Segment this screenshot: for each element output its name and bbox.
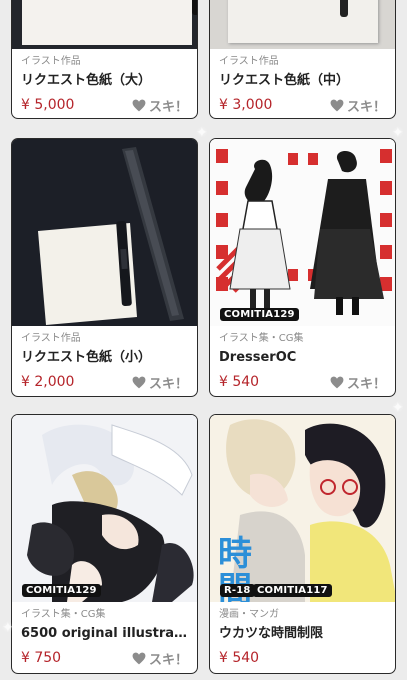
product-category: イラスト集・CG集 [219, 333, 304, 344]
event-tag: COMITIA129 [22, 584, 101, 597]
product-card[interactable]: イラスト作品 リクエスト色紙（大） ¥ 5,000 スキ！ [11, 0, 198, 119]
product-category: イラスト作品 [219, 56, 279, 67]
like-label: スキ！ [346, 376, 386, 392]
heart-icon [132, 652, 146, 664]
product-category: イラスト作品 [21, 56, 81, 67]
product-price: ¥ 5,000 [21, 97, 75, 113]
heart-icon [330, 99, 344, 111]
product-price: ¥ 3,000 [219, 97, 273, 113]
product-thumbnail[interactable] [12, 0, 197, 49]
pen-image [340, 0, 348, 17]
event-tag: COMITIA117 [253, 584, 332, 597]
sparkle-decoration: ✦ [196, 125, 208, 141]
product-card[interactable]: COMITIA129 イラスト集・CG集 6500 original illus… [11, 414, 198, 674]
product-thumbnail[interactable]: 時 間 R-18 COMITIA117 [210, 415, 395, 602]
product-price: ¥ 2,000 [21, 374, 75, 390]
product-title[interactable]: 6500 original illustrati... [21, 625, 188, 643]
product-price: ¥ 750 [21, 650, 62, 666]
product-title[interactable]: ウカツな時間制限 [219, 625, 386, 643]
illustration-collection-cover [12, 415, 197, 602]
like-button[interactable]: スキ！ [132, 649, 188, 668]
product-price: ¥ 540 [219, 650, 260, 666]
product-thumbnail[interactable]: COMITIA129 [210, 139, 395, 326]
product-price: ¥ 540 [219, 374, 260, 390]
product-card[interactable]: イラスト作品 リクエスト色紙（中） ¥ 3,000 スキ！ [209, 0, 396, 119]
like-button[interactable]: スキ！ [132, 373, 188, 392]
product-category: イラスト集・CG集 [21, 609, 106, 620]
event-tag: COMITIA129 [220, 308, 299, 321]
like-label: スキ！ [148, 376, 188, 392]
like-button[interactable]: スキ！ [330, 373, 386, 392]
product-card[interactable]: 時 間 R-18 COMITIA117 漫画・マンガ ウカツな時間制限 ¥ 54… [209, 414, 396, 674]
product-card[interactable]: COMITIA129 イラスト集・CG集 DresserOC ¥ 540 スキ！ [209, 138, 396, 397]
shikishi-board-image [22, 0, 192, 45]
product-grid: イラスト作品 リクエスト色紙（大） ¥ 5,000 スキ！ イラスト作品 リクエ… [0, 0, 407, 680]
like-button[interactable]: スキ！ [330, 96, 386, 115]
shikishi-photo [12, 139, 197, 326]
sparkle-decoration: ✦ [392, 400, 404, 416]
heart-icon [132, 376, 146, 388]
sparkle-decoration: ✦ [392, 125, 404, 141]
product-title[interactable]: リクエスト色紙（中） [219, 72, 386, 90]
product-title[interactable]: リクエスト色紙（小） [21, 349, 188, 367]
dresser-illustration [210, 139, 395, 326]
shikishi-board-image [228, 0, 378, 43]
product-category: イラスト作品 [21, 333, 81, 344]
like-button[interactable]: スキ！ [132, 96, 188, 115]
product-thumbnail[interactable] [210, 0, 395, 49]
svg-text:時: 時 [218, 534, 252, 574]
like-label: スキ！ [346, 99, 386, 115]
product-thumbnail[interactable]: COMITIA129 [12, 415, 197, 602]
product-title[interactable]: リクエスト色紙（大） [21, 72, 188, 90]
product-thumbnail[interactable] [12, 139, 197, 326]
like-label: スキ！ [148, 99, 188, 115]
heart-icon [132, 99, 146, 111]
rating-tag: R-18 [220, 584, 255, 597]
product-category: 漫画・マンガ [219, 609, 279, 620]
product-title[interactable]: DresserOC [219, 349, 386, 367]
heart-icon [330, 376, 344, 388]
manga-cover: 時 間 [210, 415, 395, 602]
pen-image [192, 0, 197, 15]
sparkle-decoration: ✦ [2, 620, 14, 636]
like-label: スキ！ [148, 652, 188, 668]
product-card[interactable]: イラスト作品 リクエスト色紙（小） ¥ 2,000 スキ！ [11, 138, 198, 397]
